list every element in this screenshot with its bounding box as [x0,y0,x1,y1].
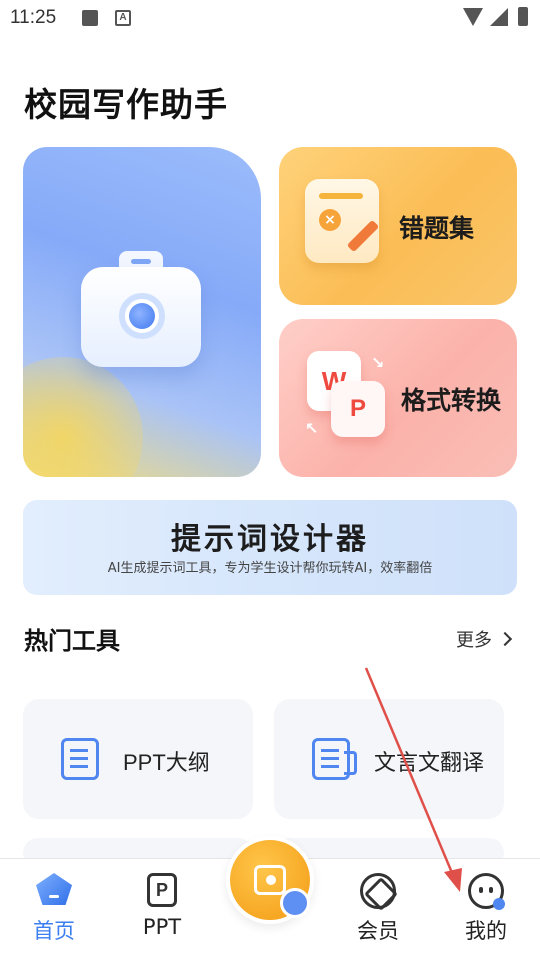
document-lines-icon [61,738,99,780]
keyboard-notification-icon: A [115,10,131,26]
vip-icon [360,873,396,909]
ppt-doc-icon: P [331,381,385,437]
scan-badge-icon [280,888,310,918]
nav-vip[interactable]: 会员 [338,865,418,955]
translate-doc-icon [312,738,357,780]
convert-arrow-back-icon: ↖ [305,419,319,438]
x-mark-icon: × [319,209,341,231]
nav-label: 会员 [357,919,399,943]
format-convert-label: 格式转换 [401,386,502,415]
nav-home[interactable]: 首页 [14,865,94,955]
nav-label: 首页 [33,919,75,943]
cell-signal-icon [490,8,508,26]
status-time: 11:25 [10,7,57,28]
camera-card[interactable] [23,147,261,477]
banner-title: 提示词设计器 [171,522,369,557]
mistakes-card[interactable]: × 错题集 [279,147,517,305]
chevron-right-icon [497,631,513,647]
tool-classical-translation[interactable]: 文言文翻译 [274,699,504,819]
prompt-designer-banner[interactable]: 提示词设计器 AI生成提示词工具，专为学生设计帮你玩转AI，效率翻倍 [23,500,517,595]
scan-camera-icon [254,865,286,895]
banner-subtitle: AI生成提示词工具，专为学生设计帮你玩转AI，效率翻倍 [107,561,433,576]
more-link[interactable]: 更多 [456,626,513,652]
ppt-icon: P [147,873,177,907]
convert-arrow-icon: ↘ [371,353,385,372]
wifi-icon [463,8,483,26]
hot-tools-title: 热门工具 [24,627,120,655]
camera-lens-icon [119,293,165,339]
pen-icon [346,219,380,253]
nav-ppt[interactable]: P PPT [122,865,202,955]
nav-me[interactable]: 我的 [446,865,526,955]
scan-camera-button[interactable] [226,836,314,924]
more-label: 更多 [456,630,492,651]
tool-ppt-outline[interactable]: PPT大纲 [23,699,253,819]
format-convert-card[interactable]: W P ↘ ↖ 格式转换 [279,319,517,477]
nav-label: PPT [142,915,182,939]
home-icon [36,873,72,905]
app-title: 校园写作助手 [24,85,228,124]
tool-label: PPT大纲 [123,750,210,775]
mistakes-label: 错题集 [399,214,475,243]
profile-face-icon [468,873,505,910]
battery-icon [518,7,528,26]
status-bar: 11:25 A [0,0,540,36]
wrong-question-book-icon: × [305,179,380,263]
nav-label: 我的 [465,919,507,943]
tool-label: 文言文翻译 [374,750,485,775]
image-notification-icon [82,10,98,26]
